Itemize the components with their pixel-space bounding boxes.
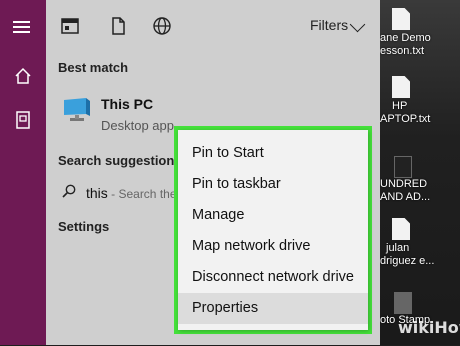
text-file-icon [392,218,410,240]
menu-item-pin-to-start[interactable]: Pin to Start [178,138,368,169]
start-rail [0,0,46,345]
apps-icon[interactable] [60,16,80,36]
search-topbar: Filters [46,0,380,52]
text-file-icon [392,8,410,30]
image-icon [394,292,412,314]
suggestion-text: this - Search the [86,185,177,201]
computer-icon [62,96,92,124]
desktop-item-label: UNDRED AND AD... [380,178,431,203]
desktop-item[interactable]: julan driguez e... [380,214,460,274]
best-match-subtitle: Desktop app [101,118,174,133]
chevron-down-icon[interactable] [349,16,366,33]
suggestion-query: this [86,185,108,201]
hamburger-menu-icon[interactable] [13,18,33,38]
watermark-logo: wikiHow [398,318,460,337]
menu-item-map-network-drive[interactable]: Map network drive [178,231,368,262]
best-match-heading: Best match [58,60,129,75]
menu-item-manage[interactable]: Manage [178,200,368,231]
menu-item-pin-to-taskbar[interactable]: Pin to taskbar [178,169,368,200]
text-file-icon [392,76,410,98]
suggestion-hint: - Search the [107,187,177,201]
menu-item-label: Pin to Start [192,145,264,161]
desktop-background: ane Demo esson.txt HP APTOP.txt UNDRED AND … [380,0,460,345]
desktop-item[interactable]: HP APTOP.txt [380,72,460,132]
desktop-item[interactable]: ane Demo esson.txt [380,4,460,64]
menu-item-properties[interactable]: Properties [178,293,368,324]
web-globe-icon[interactable] [152,16,172,36]
menu-item-label: Manage [192,207,245,223]
desktop-item-label: HP APTOP.txt [380,100,431,125]
menu-item-label: Pin to taskbar [192,176,281,192]
menu-item-label: Disconnect network drive [192,269,354,285]
search-icon [62,184,76,198]
desktop-item-label: ane Demo esson.txt [380,32,431,57]
document-icon[interactable] [108,16,128,36]
menu-item-label: Properties [192,300,259,316]
menu-item-label: Map network drive [192,238,311,254]
context-menu: Pin to Start Pin to taskbar Manage Map n… [178,130,368,330]
home-icon[interactable] [13,66,33,86]
filters-dropdown[interactable]: Filters [310,17,348,33]
settings-heading: Settings [58,219,110,234]
documents-icon[interactable] [13,110,33,130]
desktop-item[interactable]: UNDRED AND AD... [380,150,460,210]
program-icon [394,156,412,178]
search-suggestions-heading: Search suggestions [58,153,182,168]
desktop-item-label: julan driguez e... [380,242,435,267]
best-match-title: This PC [101,96,154,112]
desktop-item[interactable]: oto Stamp [380,286,460,346]
menu-item-disconnect-network-drive[interactable]: Disconnect network drive [178,262,368,293]
